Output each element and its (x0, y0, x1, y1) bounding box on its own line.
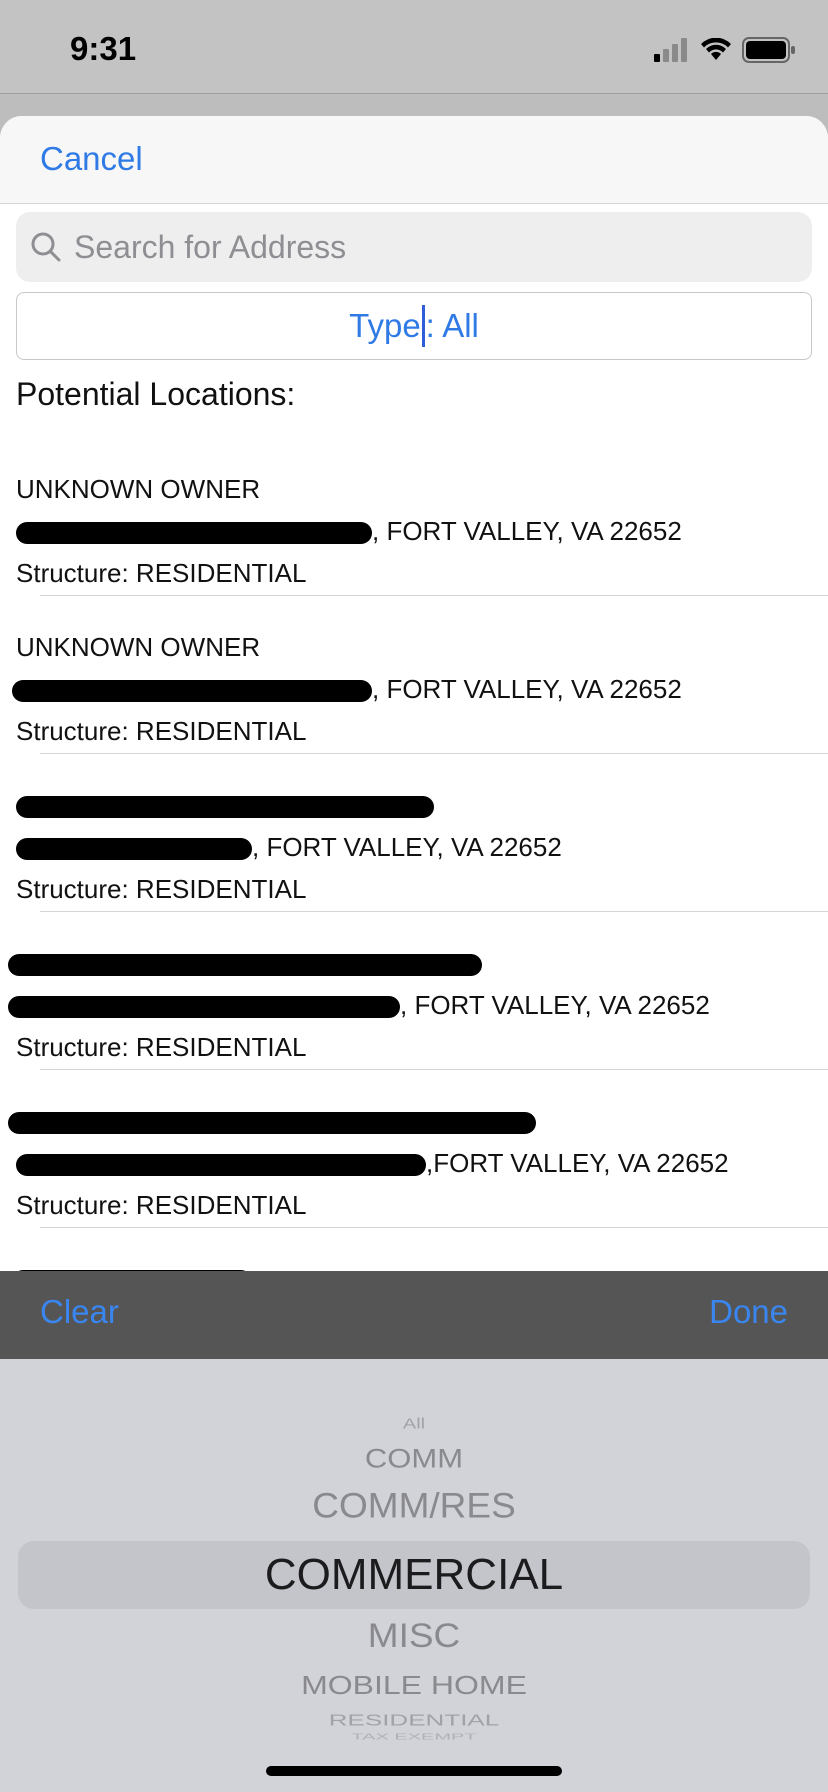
list-item[interactable]: ,FORT VALLEY, VA 22652 Structure: RESIDE… (0, 1070, 828, 1228)
locations-list: UNKNOWN OWNER , FORT VALLEY, VA 22652 St… (0, 438, 828, 1293)
type-picker-wheel[interactable]: All COMM COMM/RES COMMERCIAL MISC MOBILE… (0, 1359, 828, 1792)
nav-bar: Cancel (0, 116, 828, 204)
list-item[interactable]: , FORT VALLEY, VA 22652 Structure: RESID… (0, 912, 828, 1070)
address-search-sheet: Cancel Type: All Potential Locations: UN… (0, 116, 828, 1792)
picker-option[interactable]: TAX EXEMPT (0, 1733, 828, 1742)
type-filter-button[interactable]: Type: All (16, 292, 812, 360)
search-icon (31, 232, 61, 262)
picker-option[interactable]: COMM/RES (0, 1486, 828, 1525)
address-line: , FORT VALLEY, VA 22652 (16, 516, 682, 547)
battery-icon (742, 37, 795, 63)
cellular-signal-icon (654, 38, 687, 62)
picker-option[interactable]: MOBILE HOME (0, 1670, 828, 1700)
clear-button[interactable]: Clear (40, 1293, 119, 1331)
status-bar: 9:31 (0, 0, 828, 94)
structure-type: Structure: RESIDENTIAL (16, 716, 307, 746)
owner-name (8, 948, 482, 979)
owner-name (8, 1106, 536, 1137)
picker-toolbar: Clear Done (0, 1271, 828, 1359)
structure-type: Structure: RESIDENTIAL (16, 558, 307, 588)
redaction-bar (16, 796, 434, 819)
picker-option[interactable]: COMM (0, 1444, 828, 1475)
picker-option-selected[interactable]: COMMERCIAL (0, 1550, 828, 1600)
search-bar[interactable] (16, 212, 812, 282)
structure-type: Structure: RESIDENTIAL (16, 1190, 307, 1220)
redaction-bar (12, 680, 372, 703)
text-cursor (421, 305, 425, 347)
structure-type: Structure: RESIDENTIAL (16, 1032, 307, 1062)
address-line: ,FORT VALLEY, VA 22652 (16, 1148, 729, 1179)
picker-option[interactable]: All (0, 1416, 828, 1433)
home-indicator[interactable] (266, 1766, 562, 1776)
redaction-bar (16, 522, 372, 545)
structure-type: Structure: RESIDENTIAL (16, 874, 307, 904)
address-line: , FORT VALLEY, VA 22652 (16, 832, 562, 863)
type-filter-value: : All (425, 307, 479, 344)
address-line: , FORT VALLEY, VA 22652 (8, 990, 710, 1021)
redaction-bar (8, 954, 482, 977)
redaction-bar (16, 1154, 426, 1177)
redaction-bar (8, 996, 400, 1019)
search-input[interactable] (74, 228, 774, 266)
address-line: , FORT VALLEY, VA 22652 (12, 674, 682, 705)
redaction-bar (8, 1112, 536, 1135)
owner-name: UNKNOWN OWNER (16, 474, 261, 504)
status-time: 9:31 (70, 30, 137, 67)
cancel-button[interactable]: Cancel (40, 140, 143, 178)
list-item[interactable]: , FORT VALLEY, VA 22652 Structure: RESID… (0, 754, 828, 912)
done-button[interactable]: Done (709, 1293, 788, 1331)
section-title: Potential Locations: (16, 376, 296, 412)
type-filter-prefix: Type (349, 307, 421, 344)
picker-option[interactable]: MISC (0, 1617, 828, 1656)
status-icons (654, 36, 796, 64)
owner-name: UNKNOWN OWNER (16, 632, 261, 662)
list-item[interactable]: UNKNOWN OWNER , FORT VALLEY, VA 22652 St… (0, 596, 828, 754)
list-item[interactable]: UNKNOWN OWNER , FORT VALLEY, VA 22652 St… (0, 438, 828, 596)
picker-option[interactable]: RESIDENTIAL (0, 1711, 828, 1730)
redaction-bar (16, 838, 252, 861)
owner-name (16, 790, 434, 821)
wifi-icon (701, 38, 731, 60)
